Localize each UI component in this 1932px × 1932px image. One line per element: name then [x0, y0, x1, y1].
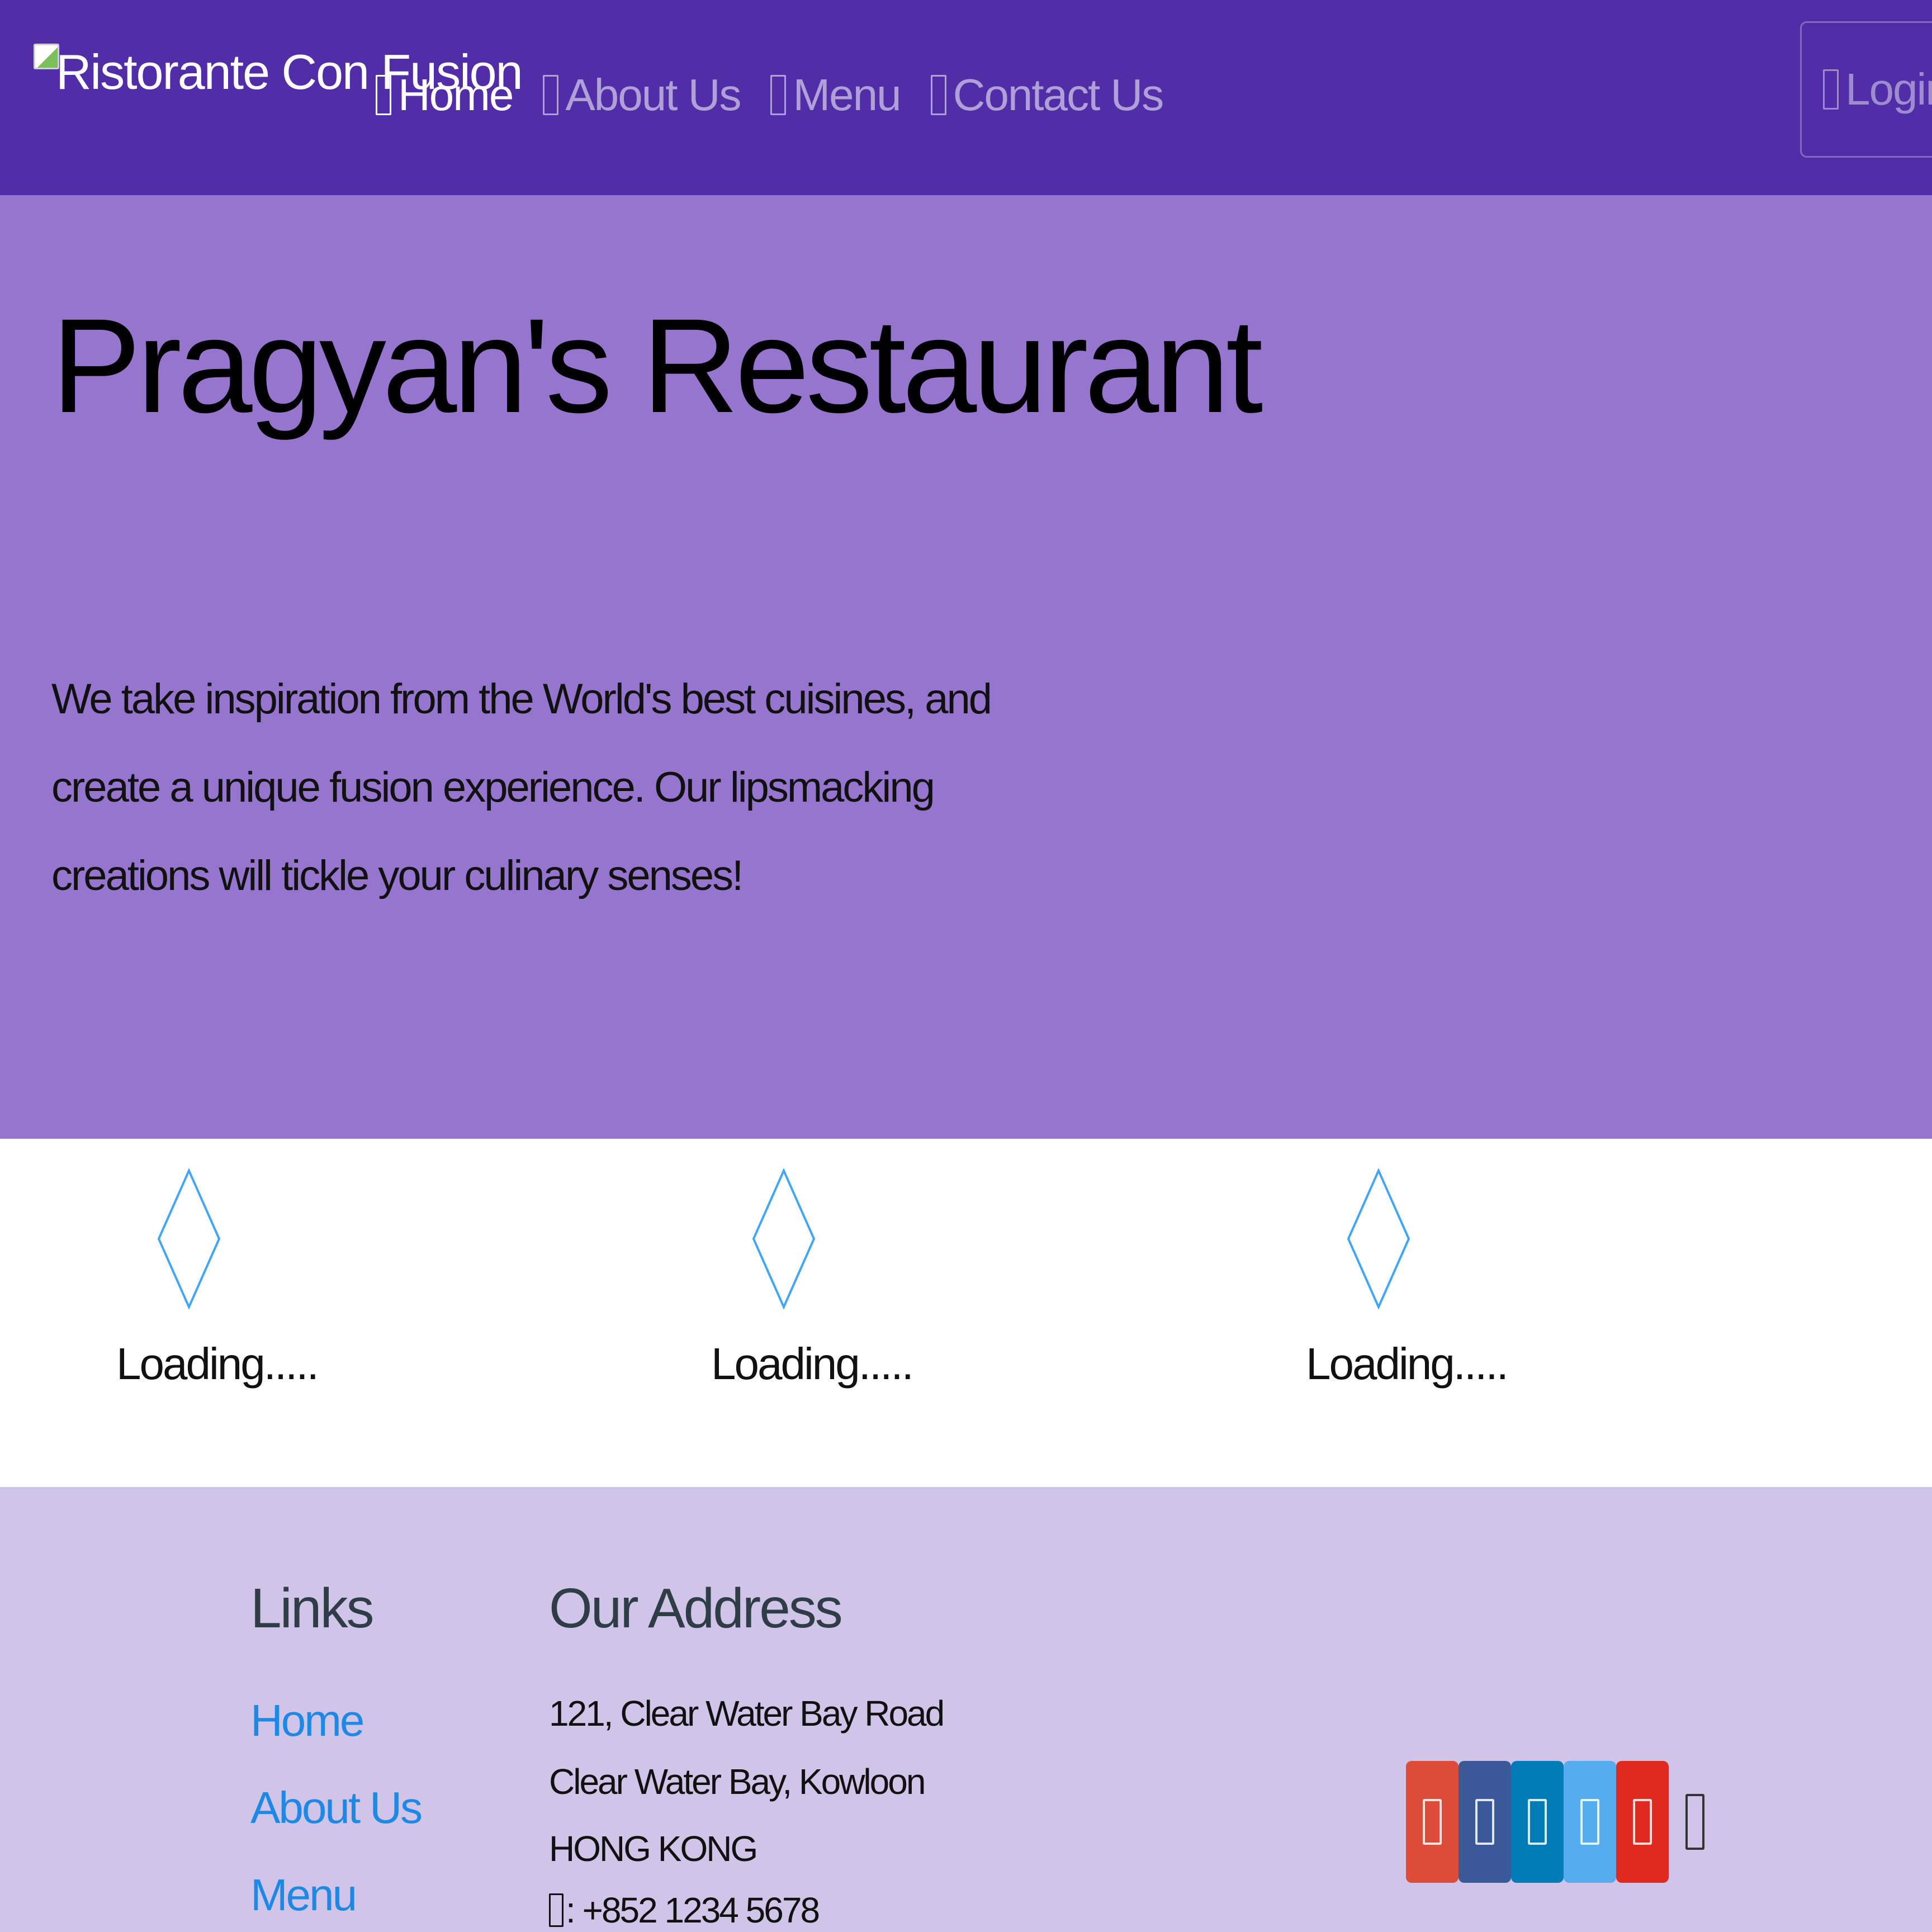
- home-icon: [376, 75, 391, 115]
- address-line: Clear Water Bay, Kowloon: [549, 1761, 926, 1802]
- twitter-button[interactable]: [1564, 1761, 1616, 1883]
- nav-menu: Home About Us Menu Contact Us: [376, 67, 1164, 123]
- youtube-icon: [1633, 1799, 1652, 1845]
- youtube-button[interactable]: [1616, 1761, 1669, 1883]
- phone-number: : +852 1234 5678: [566, 1890, 820, 1930]
- linkedin-icon: [1528, 1799, 1547, 1845]
- phone-icon: [549, 1893, 564, 1927]
- login-button[interactable]: Login: [1800, 21, 1932, 158]
- phone-line: : +852 1234 5678: [549, 1890, 820, 1931]
- links-heading: Links: [250, 1577, 374, 1640]
- info-icon: [543, 75, 559, 115]
- address-heading: Our Address: [549, 1577, 843, 1640]
- nav-item-menu[interactable]: Menu: [770, 67, 902, 123]
- loading-card: Loading.....: [1306, 1168, 1509, 1390]
- social-buttons: [1406, 1761, 1721, 1883]
- address-card-icon: [930, 75, 946, 115]
- facebook-button[interactable]: [1459, 1761, 1511, 1883]
- nav-item-label: Menu: [793, 70, 901, 120]
- mail-icon: [1685, 1794, 1704, 1850]
- linkedin-button[interactable]: [1511, 1761, 1564, 1883]
- navbar: Ristorante Con Fusion Home About Us Menu…: [0, 0, 1932, 195]
- loading-spinner-icon: [752, 1168, 816, 1309]
- loading-card: Loading.....: [711, 1168, 914, 1390]
- footer-link-home[interactable]: Home: [250, 1695, 364, 1746]
- list-icon: [770, 75, 787, 115]
- nav-item-home[interactable]: Home: [376, 67, 514, 123]
- page-title: Pragyan's Restaurant: [51, 291, 1263, 441]
- address-line: 121, Clear Water Bay Road: [549, 1693, 945, 1734]
- loading-section: [0, 1139, 1932, 1487]
- google-plus-icon: [1423, 1799, 1442, 1845]
- nav-item-contact-us[interactable]: Contact Us: [930, 67, 1164, 123]
- loading-card: Loading.....: [116, 1168, 319, 1390]
- twitter-icon: [1580, 1799, 1599, 1845]
- nav-item-label: About Us: [565, 70, 741, 120]
- footer-link-about-us[interactable]: About Us: [250, 1782, 423, 1834]
- google-plus-button[interactable]: [1406, 1761, 1459, 1883]
- mail-button[interactable]: [1669, 1761, 1721, 1883]
- loading-spinner-icon: [157, 1168, 221, 1309]
- nav-item-label: Contact Us: [953, 70, 1164, 120]
- loading-spinner-icon: [1347, 1168, 1410, 1309]
- sign-in-icon: [1823, 69, 1839, 110]
- facebook-icon: [1475, 1799, 1494, 1845]
- hero-description: We take inspiration from the World's bes…: [51, 675, 992, 899]
- login-label: Login: [1845, 64, 1932, 114]
- loading-label: Loading.....: [1306, 1339, 1509, 1389]
- nav-item-about-us[interactable]: About Us: [543, 67, 741, 123]
- loading-label: Loading.....: [116, 1339, 319, 1389]
- address-line: HONG KONG: [549, 1829, 758, 1869]
- nav-item-label: Home: [398, 70, 514, 120]
- footer-link-menu[interactable]: Menu: [250, 1869, 357, 1921]
- loading-label: Loading.....: [711, 1339, 914, 1389]
